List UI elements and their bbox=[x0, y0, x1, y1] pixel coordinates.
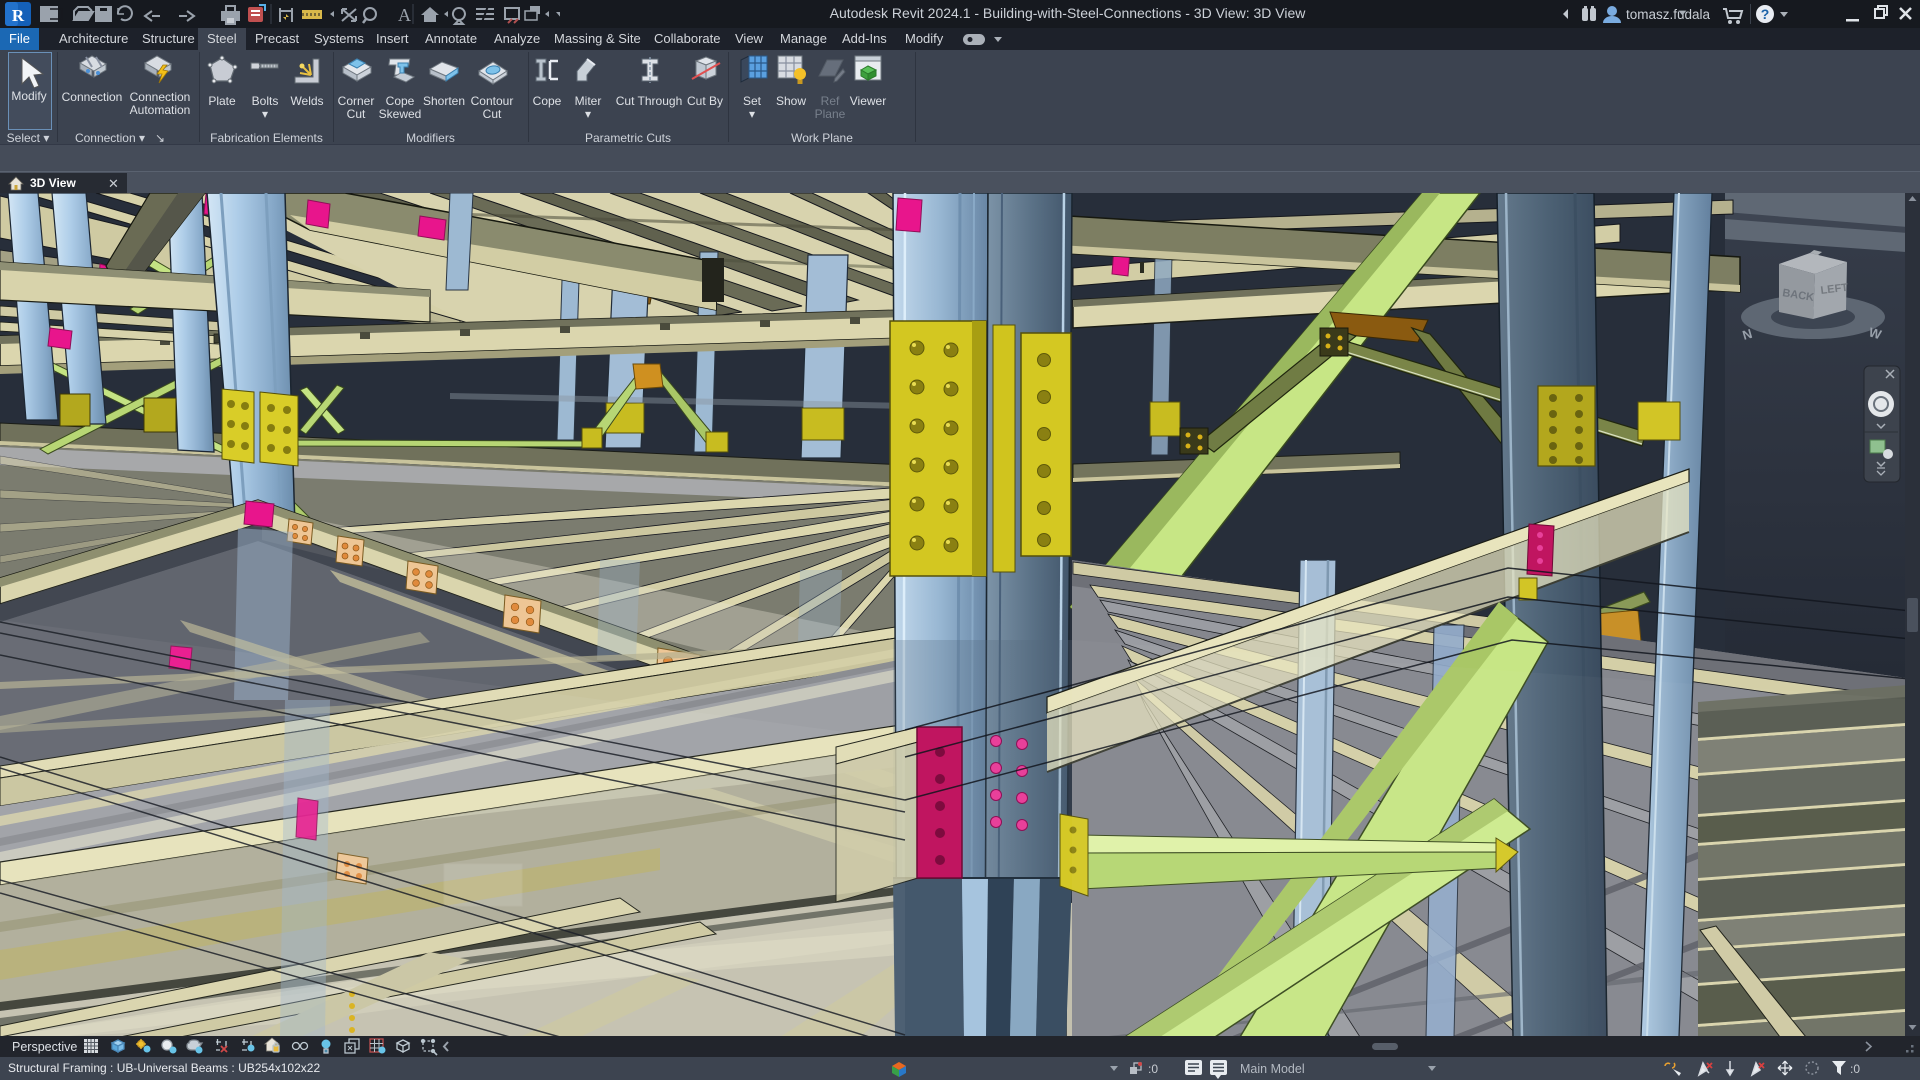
svg-text:Main Model: Main Model bbox=[1240, 1062, 1305, 1076]
svg-text:?: ? bbox=[1761, 6, 1770, 22]
svg-text::0: :0 bbox=[1148, 1062, 1158, 1076]
svg-text:Perspective: Perspective bbox=[12, 1040, 77, 1054]
svg-text:R: R bbox=[12, 6, 25, 25]
svg-text:tomasz.fudala: tomasz.fudala bbox=[1626, 7, 1711, 22]
svg-text::0: :0 bbox=[1850, 1062, 1860, 1076]
